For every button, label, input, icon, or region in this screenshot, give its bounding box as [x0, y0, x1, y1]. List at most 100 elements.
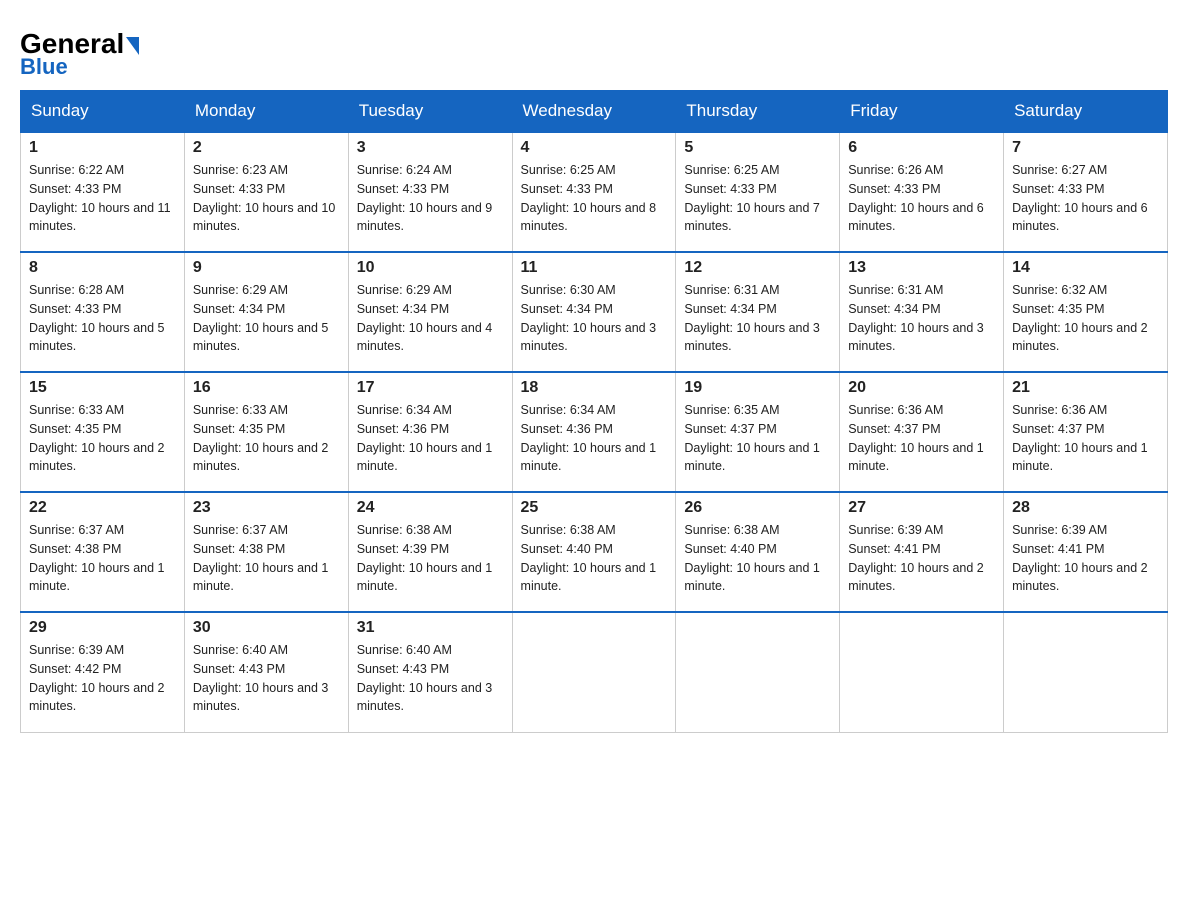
day-info: Sunrise: 6:23 AMSunset: 4:33 PMDaylight:…	[193, 161, 340, 236]
calendar-day-cell	[1004, 612, 1168, 732]
day-of-week-header: Saturday	[1004, 91, 1168, 133]
day-number: 8	[29, 259, 176, 277]
day-info: Sunrise: 6:29 AMSunset: 4:34 PMDaylight:…	[193, 281, 340, 356]
day-number: 29	[29, 619, 176, 637]
calendar-table: SundayMondayTuesdayWednesdayThursdayFrid…	[20, 90, 1168, 733]
day-number: 15	[29, 379, 176, 397]
day-info: Sunrise: 6:24 AMSunset: 4:33 PMDaylight:…	[357, 161, 504, 236]
day-info: Sunrise: 6:39 AMSunset: 4:41 PMDaylight:…	[1012, 521, 1159, 596]
day-of-week-header: Sunday	[21, 91, 185, 133]
week-row: 22 Sunrise: 6:37 AMSunset: 4:38 PMDayligh…	[21, 492, 1168, 612]
calendar-day-cell: 25 Sunrise: 6:38 AMSunset: 4:40 PMDayligh…	[512, 492, 676, 612]
calendar-day-cell: 22 Sunrise: 6:37 AMSunset: 4:38 PMDayligh…	[21, 492, 185, 612]
day-number: 9	[193, 259, 340, 277]
calendar-day-cell: 27 Sunrise: 6:39 AMSunset: 4:41 PMDayligh…	[840, 492, 1004, 612]
calendar-day-cell: 30 Sunrise: 6:40 AMSunset: 4:43 PMDayligh…	[184, 612, 348, 732]
day-info: Sunrise: 6:38 AMSunset: 4:40 PMDaylight:…	[521, 521, 668, 596]
calendar-day-cell: 9 Sunrise: 6:29 AMSunset: 4:34 PMDaylight…	[184, 252, 348, 372]
calendar-day-cell: 6 Sunrise: 6:26 AMSunset: 4:33 PMDaylight…	[840, 132, 1004, 252]
day-info: Sunrise: 6:27 AMSunset: 4:33 PMDaylight:…	[1012, 161, 1159, 236]
day-number: 3	[357, 139, 504, 157]
day-info: Sunrise: 6:25 AMSunset: 4:33 PMDaylight:…	[684, 161, 831, 236]
day-info: Sunrise: 6:34 AMSunset: 4:36 PMDaylight:…	[357, 401, 504, 476]
day-info: Sunrise: 6:37 AMSunset: 4:38 PMDaylight:…	[193, 521, 340, 596]
calendar-day-cell: 3 Sunrise: 6:24 AMSunset: 4:33 PMDaylight…	[348, 132, 512, 252]
day-number: 24	[357, 499, 504, 517]
day-number: 28	[1012, 499, 1159, 517]
day-number: 22	[29, 499, 176, 517]
day-info: Sunrise: 6:36 AMSunset: 4:37 PMDaylight:…	[1012, 401, 1159, 476]
day-info: Sunrise: 6:28 AMSunset: 4:33 PMDaylight:…	[29, 281, 176, 356]
day-number: 10	[357, 259, 504, 277]
day-info: Sunrise: 6:34 AMSunset: 4:36 PMDaylight:…	[521, 401, 668, 476]
calendar-day-cell: 31Sunrise: 6:40 AMSunset: 4:43 PMDayligh…	[348, 612, 512, 732]
day-number: 12	[684, 259, 831, 277]
day-info: Sunrise: 6:29 AMSunset: 4:34 PMDaylight:…	[357, 281, 504, 356]
day-number: 25	[521, 499, 668, 517]
day-number: 23	[193, 499, 340, 517]
day-number: 17	[357, 379, 504, 397]
day-number: 21	[1012, 379, 1159, 397]
calendar-day-cell: 17 Sunrise: 6:34 AMSunset: 4:36 PMDayligh…	[348, 372, 512, 492]
day-number: 20	[848, 379, 995, 397]
calendar-day-cell: 16 Sunrise: 6:33 AMSunset: 4:35 PMDayligh…	[184, 372, 348, 492]
day-info: Sunrise: 6:26 AMSunset: 4:33 PMDaylight:…	[848, 161, 995, 236]
calendar-day-cell: 5 Sunrise: 6:25 AMSunset: 4:33 PMDaylight…	[676, 132, 840, 252]
day-info: Sunrise: 6:33 AMSunset: 4:35 PMDaylight:…	[29, 401, 176, 476]
header: General Blue	[20, 20, 1168, 80]
day-number: 19	[684, 379, 831, 397]
day-number: 14	[1012, 259, 1159, 277]
day-number: 6	[848, 139, 995, 157]
day-number: 27	[848, 499, 995, 517]
day-number: 18	[521, 379, 668, 397]
calendar-day-cell: 15 Sunrise: 6:33 AMSunset: 4:35 PMDayligh…	[21, 372, 185, 492]
logo-blue-text: Blue	[20, 54, 139, 80]
calendar-day-cell: 19Sunrise: 6:35 AMSunset: 4:37 PMDayligh…	[676, 372, 840, 492]
days-of-week-row: SundayMondayTuesdayWednesdayThursdayFrid…	[21, 91, 1168, 133]
calendar-day-cell: 14 Sunrise: 6:32 AMSunset: 4:35 PMDayligh…	[1004, 252, 1168, 372]
day-info: Sunrise: 6:33 AMSunset: 4:35 PMDaylight:…	[193, 401, 340, 476]
logo: General Blue	[20, 20, 139, 80]
day-number: 7	[1012, 139, 1159, 157]
calendar-day-cell	[840, 612, 1004, 732]
day-info: Sunrise: 6:39 AMSunset: 4:42 PMDaylight:…	[29, 641, 176, 716]
day-of-week-header: Friday	[840, 91, 1004, 133]
day-of-week-header: Wednesday	[512, 91, 676, 133]
day-info: Sunrise: 6:38 AMSunset: 4:40 PMDaylight:…	[684, 521, 831, 596]
day-info: Sunrise: 6:37 AMSunset: 4:38 PMDaylight:…	[29, 521, 176, 596]
day-info: Sunrise: 6:30 AMSunset: 4:34 PMDaylight:…	[521, 281, 668, 356]
week-row: 8 Sunrise: 6:28 AMSunset: 4:33 PMDaylight…	[21, 252, 1168, 372]
day-number: 13	[848, 259, 995, 277]
day-number: 11	[521, 259, 668, 277]
calendar-day-cell: 21 Sunrise: 6:36 AMSunset: 4:37 PMDayligh…	[1004, 372, 1168, 492]
day-of-week-header: Thursday	[676, 91, 840, 133]
calendar-day-cell: 23 Sunrise: 6:37 AMSunset: 4:38 PMDayligh…	[184, 492, 348, 612]
day-info: Sunrise: 6:40 AMSunset: 4:43 PMDaylight:…	[193, 641, 340, 716]
day-number: 16	[193, 379, 340, 397]
calendar-day-cell: 2 Sunrise: 6:23 AMSunset: 4:33 PMDaylight…	[184, 132, 348, 252]
calendar-day-cell: 11 Sunrise: 6:30 AMSunset: 4:34 PMDayligh…	[512, 252, 676, 372]
calendar-day-cell: 26Sunrise: 6:38 AMSunset: 4:40 PMDayligh…	[676, 492, 840, 612]
calendar-day-cell: 18 Sunrise: 6:34 AMSunset: 4:36 PMDayligh…	[512, 372, 676, 492]
day-info: Sunrise: 6:38 AMSunset: 4:39 PMDaylight:…	[357, 521, 504, 596]
calendar-day-cell: 20 Sunrise: 6:36 AMSunset: 4:37 PMDayligh…	[840, 372, 1004, 492]
day-info: Sunrise: 6:31 AMSunset: 4:34 PMDaylight:…	[684, 281, 831, 356]
day-number: 30	[193, 619, 340, 637]
calendar-day-cell: 13Sunrise: 6:31 AMSunset: 4:34 PMDayligh…	[840, 252, 1004, 372]
calendar-day-cell: 12 Sunrise: 6:31 AMSunset: 4:34 PMDayligh…	[676, 252, 840, 372]
calendar-day-cell	[512, 612, 676, 732]
calendar-day-cell	[676, 612, 840, 732]
calendar-day-cell: 1Sunrise: 6:22 AMSunset: 4:33 PMDaylight…	[21, 132, 185, 252]
day-of-week-header: Tuesday	[348, 91, 512, 133]
day-info: Sunrise: 6:39 AMSunset: 4:41 PMDaylight:…	[848, 521, 995, 596]
day-info: Sunrise: 6:25 AMSunset: 4:33 PMDaylight:…	[521, 161, 668, 236]
day-number: 2	[193, 139, 340, 157]
day-info: Sunrise: 6:36 AMSunset: 4:37 PMDaylight:…	[848, 401, 995, 476]
day-number: 1	[29, 139, 176, 157]
day-info: Sunrise: 6:32 AMSunset: 4:35 PMDaylight:…	[1012, 281, 1159, 356]
day-number: 4	[521, 139, 668, 157]
day-number: 5	[684, 139, 831, 157]
calendar-day-cell: 7 Sunrise: 6:27 AMSunset: 4:33 PMDaylight…	[1004, 132, 1168, 252]
week-row: 1Sunrise: 6:22 AMSunset: 4:33 PMDaylight…	[21, 132, 1168, 252]
calendar-day-cell: 28 Sunrise: 6:39 AMSunset: 4:41 PMDayligh…	[1004, 492, 1168, 612]
